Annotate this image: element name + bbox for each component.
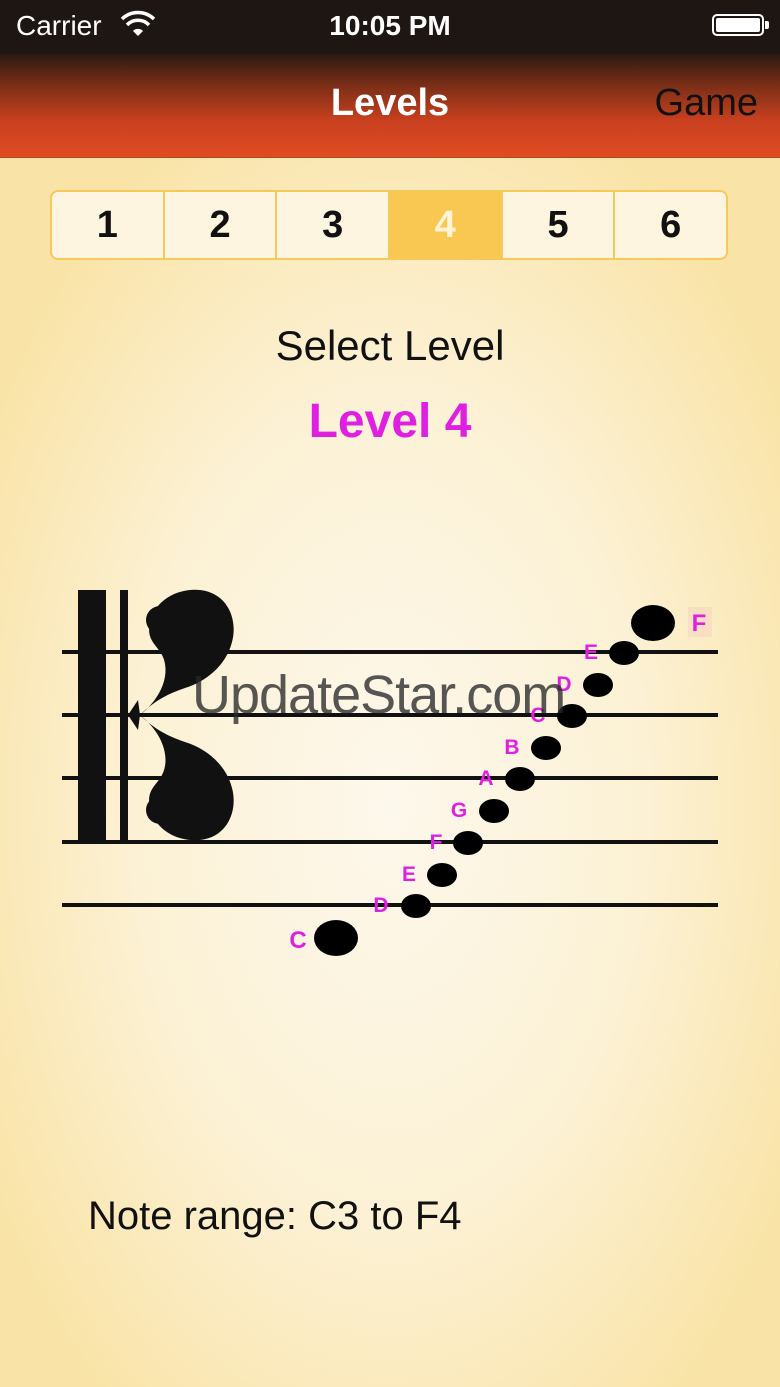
- select-level-label: Select Level: [275, 322, 505, 369]
- clef-upper-dot: [146, 606, 174, 634]
- level-segment-4[interactable]: 4: [390, 192, 503, 258]
- note-label: C: [289, 927, 306, 954]
- level-title: Level 4: [308, 395, 472, 448]
- note-head: [531, 736, 561, 760]
- level-segment-5[interactable]: 5: [503, 192, 616, 258]
- level-segmented-control: 123456: [50, 190, 728, 260]
- navigation-bar: Levels Game: [0, 54, 780, 157]
- status-bar: Carrier 10:05 PM: [0, 0, 780, 54]
- level-segment-1[interactable]: 1: [52, 192, 165, 258]
- note-head: [609, 641, 639, 665]
- level-segment-2[interactable]: 2: [165, 192, 278, 258]
- note-head: [505, 767, 535, 791]
- note-head: [314, 920, 358, 956]
- note-head: [479, 799, 509, 823]
- note-label: B: [504, 736, 519, 759]
- clef-lower-dot: [146, 796, 174, 824]
- note-label: F: [430, 831, 443, 854]
- level-segment-3[interactable]: 3: [277, 192, 391, 258]
- note-head: [401, 894, 431, 918]
- note-label: G: [451, 799, 467, 822]
- music-staff: CDEFGABCDEF: [62, 589, 718, 956]
- watermark: UpdateStar.com: [192, 665, 566, 725]
- note-head: [427, 863, 457, 887]
- battery-icon: [712, 14, 769, 36]
- clef-bar-thick: [78, 590, 106, 840]
- note-label: E: [402, 863, 416, 886]
- note-label: E: [584, 641, 598, 664]
- note-head: [583, 673, 613, 697]
- note-label: D: [373, 894, 388, 917]
- note-label: F: [692, 610, 707, 637]
- note-head: [453, 831, 483, 855]
- note-range-label: Note range: C3 to F4: [88, 1194, 462, 1238]
- game-button[interactable]: Game: [655, 82, 758, 125]
- level-segment-6[interactable]: 6: [615, 192, 726, 258]
- status-time: 10:05 PM: [329, 10, 451, 41]
- clef-notch: [128, 700, 140, 730]
- note-label: A: [478, 767, 493, 790]
- clef-bar-thin: [120, 590, 128, 840]
- note-head: [631, 605, 675, 641]
